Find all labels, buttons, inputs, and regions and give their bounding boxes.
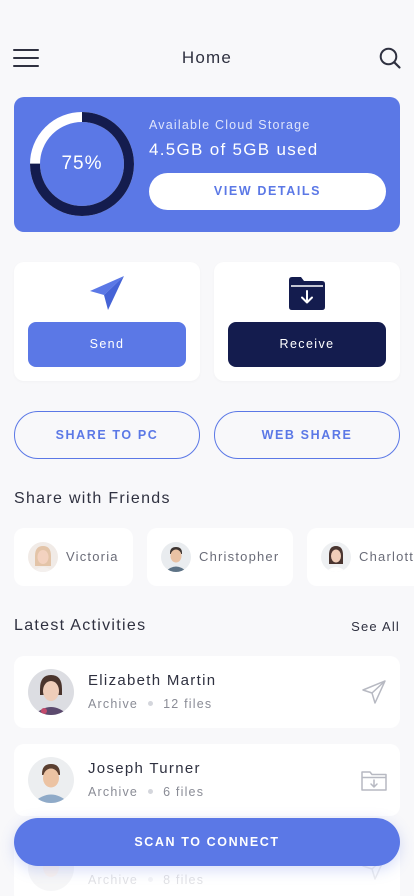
avatar	[161, 542, 191, 572]
storage-label: Available Cloud Storage	[149, 118, 311, 132]
activities-section-title: Latest Activities	[14, 617, 147, 634]
folder-receive-icon[interactable]	[360, 766, 388, 794]
send-tile: Send	[14, 262, 200, 381]
activity-meta: Archive 12 files	[88, 697, 212, 711]
paper-plane-icon	[90, 276, 124, 310]
scan-to-connect-button[interactable]: SCAN TO CONNECT	[14, 818, 400, 866]
activity-file-count: 8 files	[163, 873, 205, 887]
friend-chip-christopher[interactable]: Christopher	[147, 528, 293, 586]
activity-file-count: 6 files	[163, 785, 205, 799]
friend-name: Christopher	[199, 549, 280, 564]
activity-name: Elizabeth Martin	[88, 672, 217, 689]
activity-item[interactable]: Joseph Turner Archive 6 files	[14, 744, 400, 816]
activity-name: Joseph Turner	[88, 760, 201, 777]
activity-type: Archive	[88, 873, 139, 887]
storage-used-text: 4.5GB of 5GB used	[149, 140, 319, 159]
activity-meta: Archive 6 files	[88, 785, 204, 799]
friend-name: Victoria	[66, 549, 119, 564]
share-to-pc-button[interactable]: SHARE TO PC	[14, 411, 200, 459]
activity-type: Archive	[88, 785, 139, 799]
activity-type: Archive	[88, 697, 139, 711]
friend-name: Charlotte	[359, 549, 414, 564]
avatar	[321, 542, 351, 572]
activity-item[interactable]: Elizabeth Martin Archive 12 files	[14, 656, 400, 728]
avatar	[28, 757, 74, 803]
see-all-link[interactable]: See All	[351, 619, 400, 634]
storage-card: 75% Available Cloud Storage 4.5GB of 5GB…	[14, 97, 400, 232]
avatar	[28, 669, 74, 715]
activity-meta: Archive 8 files	[88, 873, 204, 887]
web-share-button[interactable]: WEB SHARE	[214, 411, 400, 459]
receive-tile: Receive	[214, 262, 400, 381]
app-header: Home	[0, 0, 414, 90]
avatar	[28, 542, 58, 572]
friends-list: Victoria Christopher Charlotte	[14, 528, 414, 586]
friend-chip-victoria[interactable]: Victoria	[14, 528, 133, 586]
folder-download-icon	[289, 277, 325, 310]
friends-section-title: Share with Friends	[14, 490, 171, 507]
send-button[interactable]: Send	[28, 322, 186, 367]
search-icon[interactable]	[378, 46, 402, 70]
view-details-button[interactable]: VIEW DETAILS	[149, 173, 386, 210]
send-icon[interactable]	[360, 678, 388, 706]
friend-chip-charlotte[interactable]: Charlotte	[307, 528, 414, 586]
receive-button[interactable]: Receive	[228, 322, 386, 367]
activity-file-count: 12 files	[163, 697, 213, 711]
storage-percent: 75%	[61, 153, 103, 174]
page-title: Home	[181, 48, 233, 67]
